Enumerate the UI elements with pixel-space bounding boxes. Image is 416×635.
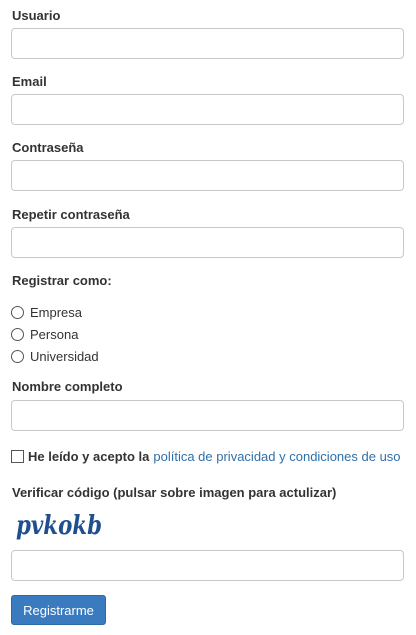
radio-button[interactable] — [11, 305, 24, 319]
terms-checkbox[interactable] — [11, 449, 24, 463]
repeat-password-input[interactable] — [11, 227, 404, 258]
email-input[interactable] — [11, 94, 404, 125]
radio-option-universidad[interactable]: Universidad — [11, 348, 99, 364]
password-label: Contraseña — [12, 140, 84, 155]
email-label: Email — [12, 74, 47, 89]
registration-form: Usuario Email Contraseña Repetir contras… — [0, 0, 416, 635]
radio-button[interactable] — [11, 349, 24, 363]
captcha-input[interactable] — [11, 550, 404, 581]
captcha-text: pvkokb — [16, 511, 102, 541]
repeat-password-label: Repetir contraseña — [12, 207, 130, 222]
radio-option-persona[interactable]: Persona — [11, 326, 78, 342]
captcha-image[interactable]: pvkokb — [14, 508, 104, 542]
register-button[interactable]: Registrarme — [11, 595, 106, 625]
terms-text: He leído y acepto la — [28, 448, 150, 464]
radio-option-empresa[interactable]: Empresa — [11, 304, 82, 320]
terms-row: He leído y acepto la política de privaci… — [11, 448, 401, 464]
usuario-input[interactable] — [11, 28, 404, 59]
password-input[interactable] — [11, 160, 404, 191]
verify-code-label: Verificar código (pulsar sobre imagen pa… — [12, 485, 337, 500]
radio-label: Empresa — [30, 304, 83, 320]
radio-label: Persona — [30, 326, 79, 342]
radio-button[interactable] — [11, 327, 24, 341]
register-as-label: Registrar como: — [12, 273, 112, 288]
fullname-label: Nombre completo — [12, 379, 123, 394]
usuario-label: Usuario — [12, 8, 61, 23]
fullname-input[interactable] — [11, 400, 404, 431]
radio-label: Universidad — [30, 348, 99, 364]
privacy-policy-link[interactable]: política de privacidad y condiciones de … — [153, 449, 400, 464]
